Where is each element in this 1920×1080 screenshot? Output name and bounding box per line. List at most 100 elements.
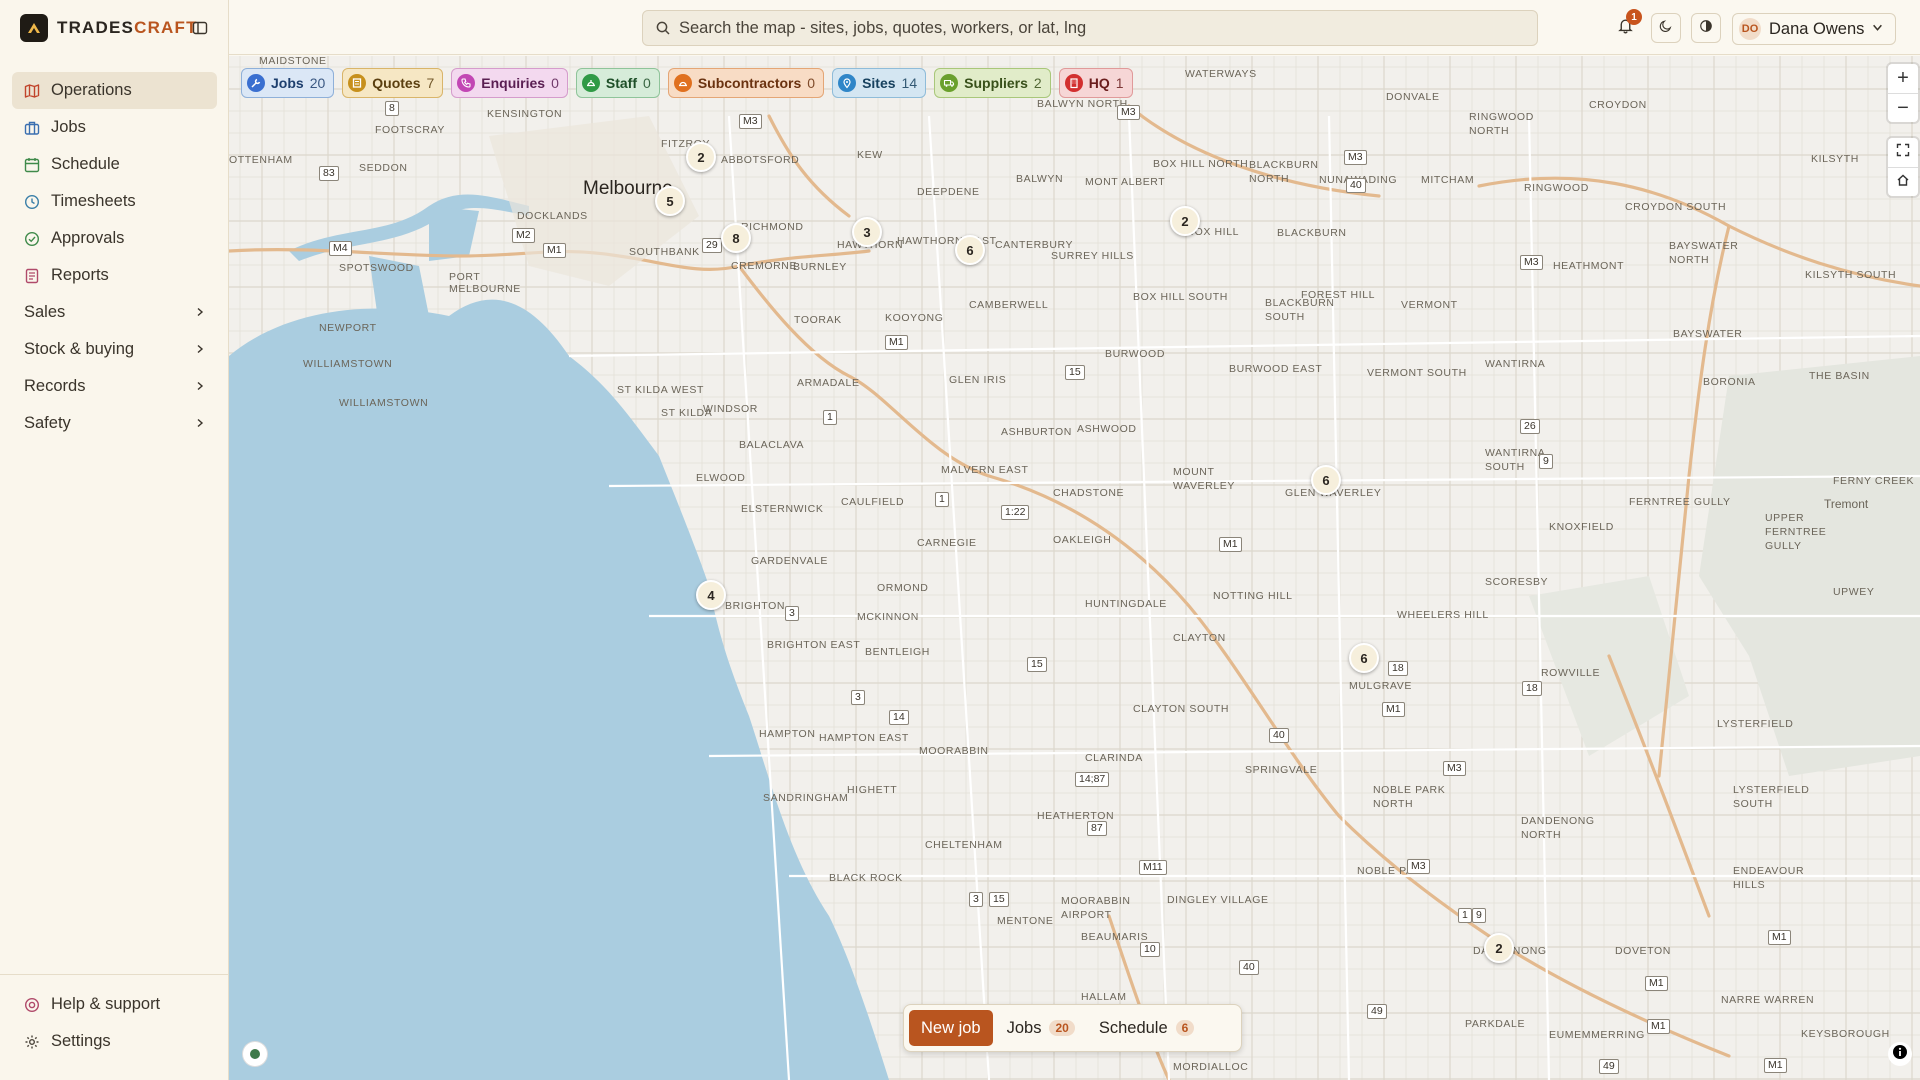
map-label: DONVALE xyxy=(1386,91,1440,103)
map-label: SOUTHBANK xyxy=(629,246,700,258)
map-label: ASHBURTON xyxy=(1001,426,1072,438)
map-label: CREMORNE xyxy=(731,260,798,272)
sidebar-item-label: Schedule xyxy=(51,155,120,173)
sidebar-item-timesheets[interactable]: Timesheets xyxy=(12,183,217,220)
map-label: HAMPTON EAST xyxy=(819,732,909,744)
search-icon xyxy=(655,20,671,41)
filter-chip-subcontractors[interactable]: Subcontractors 0 xyxy=(667,68,825,98)
filter-chip-quotes[interactable]: Quotes 7 xyxy=(342,68,444,98)
chevron-right-icon xyxy=(195,303,205,322)
pin-icon xyxy=(838,74,857,92)
map-cluster-marker[interactable]: 8 xyxy=(721,223,751,253)
road-shield: 15 xyxy=(1065,365,1085,380)
map-label: ENDEAVOUR HILLS xyxy=(1733,865,1805,891)
map-label: BRIGHTON xyxy=(725,600,786,612)
map-label: NEWPORT xyxy=(319,322,377,334)
map-cluster-marker[interactable]: 3 xyxy=(852,217,882,247)
sidebar-item-jobs[interactable]: Jobs xyxy=(12,109,217,146)
sidebar-group-stock-buying[interactable]: Stock & buying xyxy=(12,331,217,368)
map-label: CLARINDA xyxy=(1085,752,1143,764)
road-shield: M1 xyxy=(1647,1019,1670,1034)
map-label: LYSTERFIELD SOUTH xyxy=(1733,784,1810,810)
map-cluster-marker[interactable]: 6 xyxy=(955,235,985,265)
road-shield: 40 xyxy=(1269,728,1289,743)
map-attribution-button[interactable] xyxy=(1888,1042,1912,1066)
map-cluster-marker[interactable]: 6 xyxy=(1349,643,1379,673)
map-cluster-marker[interactable]: 2 xyxy=(1484,933,1514,963)
map-cluster-marker[interactable]: 2 xyxy=(686,142,716,172)
building-icon xyxy=(1064,74,1083,92)
schedule-button[interactable]: Schedule 6 xyxy=(1089,1010,1205,1046)
filter-chip-enquiries[interactable]: Enquiries 0 xyxy=(451,68,568,98)
sidebar-item-label: Settings xyxy=(51,1032,111,1050)
contrast-button[interactable] xyxy=(1691,13,1721,43)
calendar-icon xyxy=(24,157,40,173)
map-label: PORT MELBOURNE xyxy=(449,271,521,295)
map-label: OTTENHAM xyxy=(229,154,293,166)
road-shield: M3 xyxy=(739,114,762,129)
report-icon xyxy=(24,268,40,284)
road-shield: 49 xyxy=(1367,1004,1387,1019)
home-icon xyxy=(1896,173,1910,192)
filter-chip-jobs[interactable]: Jobs 20 xyxy=(241,68,335,98)
map-canvas[interactable]: Melbourne MAIDSTONE KENSINGTON FOOTSCRAY… xyxy=(229,56,1920,1080)
filter-chip-staff[interactable]: Staff 0 xyxy=(575,68,660,98)
filter-chip-suppliers[interactable]: Suppliers 2 xyxy=(934,68,1051,98)
map-cluster-marker[interactable]: 6 xyxy=(1311,465,1341,495)
road-shield: M1 xyxy=(543,243,566,258)
map-icon xyxy=(24,83,40,99)
notifications-button[interactable]: 1 xyxy=(1610,9,1642,43)
moon-icon xyxy=(1659,19,1673,38)
filter-chip-hq[interactable]: HQ 1 xyxy=(1058,68,1133,98)
sidebar-group-sales[interactable]: Sales xyxy=(12,294,217,331)
sidebar-group-safety[interactable]: Safety xyxy=(12,405,217,442)
fullscreen-button[interactable] xyxy=(1888,138,1918,167)
zoom-in-button[interactable]: + xyxy=(1888,64,1918,93)
brand[interactable]: TRADESCRAFT xyxy=(20,14,198,42)
theme-toggle-button[interactable] xyxy=(1651,13,1681,43)
map-cluster-marker[interactable]: 4 xyxy=(696,580,726,610)
sidebar-item-reports[interactable]: Reports xyxy=(12,257,217,294)
road-shield: 14 xyxy=(889,710,909,725)
sidebar-group-records[interactable]: Records xyxy=(12,368,217,405)
sidebar-item-help[interactable]: Help & support xyxy=(12,986,217,1023)
road-shield: 3 xyxy=(851,690,865,705)
road-shield: M3 xyxy=(1520,255,1543,270)
home-view-button[interactable] xyxy=(1888,167,1918,196)
map-label: SURREY HILLS xyxy=(1051,250,1134,262)
sidebar-item-approvals[interactable]: Approvals xyxy=(12,220,217,257)
map-cluster-marker[interactable]: 5 xyxy=(655,186,685,216)
map-cluster-marker[interactable]: 2 xyxy=(1170,206,1200,236)
map-search[interactable] xyxy=(642,10,1538,46)
sidebar-group-label: Stock & buying xyxy=(24,340,135,358)
map-label: MALVERN EAST xyxy=(941,464,1029,476)
filter-chip-label: Enquiries xyxy=(481,75,546,91)
sidebar-collapse-icon[interactable] xyxy=(189,17,211,39)
search-input[interactable] xyxy=(679,18,1537,38)
road-shield: 87 xyxy=(1087,821,1107,836)
new-job-button[interactable]: New job xyxy=(909,1010,993,1046)
map-label: BLACKBURN NORTH xyxy=(1249,159,1319,185)
view-controls xyxy=(1888,138,1918,196)
road-shield: 49 xyxy=(1599,1059,1619,1074)
sidebar-item-operations[interactable]: Operations xyxy=(12,72,217,109)
brand-logo-icon xyxy=(20,14,48,42)
map-label: HALLAM xyxy=(1081,991,1127,1003)
jobs-button[interactable]: Jobs 20 xyxy=(997,1010,1085,1046)
road-shield: 9 xyxy=(1472,908,1486,923)
map-label: FERNY CREEK xyxy=(1833,475,1915,487)
map-label: SPRINGVALE xyxy=(1245,764,1318,776)
clock-icon xyxy=(24,194,40,210)
map-label: DEEPDENE xyxy=(917,186,980,198)
road-shield: 1:22 xyxy=(1001,505,1030,520)
map-label: HAMPTON xyxy=(759,728,816,740)
user-menu[interactable]: DO Dana Owens xyxy=(1732,13,1896,45)
schedule-label: Schedule xyxy=(1098,1018,1168,1037)
map-label: BALWYN xyxy=(1016,173,1064,185)
zoom-out-button[interactable]: − xyxy=(1888,93,1918,122)
road-shield: 18 xyxy=(1522,681,1542,696)
sidebar-item-schedule[interactable]: Schedule xyxy=(12,146,217,183)
sidebar-item-settings[interactable]: Settings xyxy=(12,1023,217,1060)
filter-chip-sites[interactable]: Sites 14 xyxy=(832,68,927,98)
road-shield: M11 xyxy=(1139,860,1167,875)
